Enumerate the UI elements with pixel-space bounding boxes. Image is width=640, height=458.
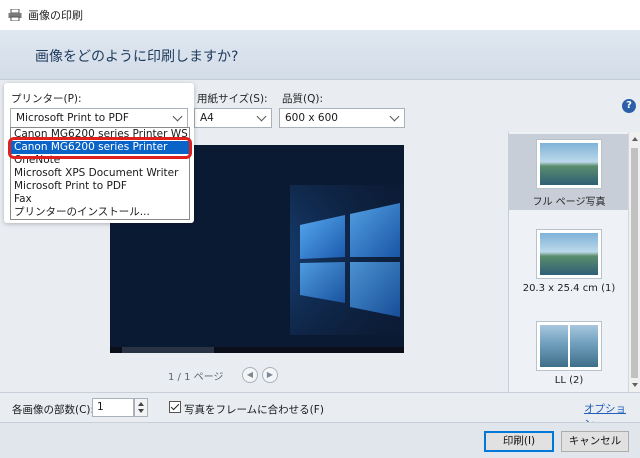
printer-icon (8, 8, 22, 22)
layout-ll[interactable]: LL (2) (509, 316, 628, 392)
two-photos-icon (536, 321, 602, 371)
layout-full-page[interactable]: フル ページ写真 (509, 134, 628, 210)
layout-caption: フル ページ写真 (532, 197, 606, 208)
dialog-footer: 印刷(I) キャンセル (0, 422, 640, 458)
page-indicator: 1 / 1 ページ (168, 372, 224, 383)
printer-option[interactable]: Microsoft XPS Document Writer (11, 167, 189, 180)
quality-combo[interactable]: 600 x 600 (279, 108, 405, 128)
fit-to-frame-checkbox[interactable] (169, 401, 181, 413)
paper-size-combo[interactable]: A4 (194, 108, 272, 128)
scroll-down-icon[interactable] (632, 383, 638, 387)
chevron-down-icon (256, 111, 267, 122)
header-question: 画像をどのように印刷しますか? (35, 49, 239, 65)
printer-option[interactable]: Fax (11, 193, 189, 206)
layout-caption: LL (2) (554, 375, 584, 386)
install-printer-option[interactable]: プリンターのインストール... (11, 206, 189, 219)
cancel-button[interactable]: キャンセル (561, 431, 629, 452)
stepper-down-icon[interactable] (138, 409, 144, 413)
windows-logo-icon (290, 185, 404, 335)
copies-input[interactable]: 1 (92, 398, 134, 417)
printer-combo[interactable]: Microsoft Print to PDF (10, 108, 188, 128)
window-title: 画像の印刷 (28, 9, 83, 22)
layout-scrollbar[interactable] (628, 132, 640, 392)
prev-page-button[interactable]: ◀ (242, 367, 258, 383)
landscape-photo-icon (536, 229, 602, 279)
scroll-thumb[interactable] (631, 148, 638, 378)
options-row: 各画像の部数(C): 1 写真をフレームに合わせる(F) オプション... (0, 392, 640, 430)
quality-label: 品質(Q): (282, 93, 323, 105)
fit-to-frame-label: 写真をフレームに合わせる(F) (184, 404, 324, 416)
copies-stepper[interactable] (134, 398, 148, 417)
landscape-photo-icon (536, 139, 602, 189)
print-button[interactable]: 印刷(I) (484, 431, 554, 452)
checkmark-icon (170, 401, 180, 411)
paper-size-value: A4 (200, 112, 214, 124)
highlight-annotation (8, 137, 192, 159)
chevron-down-icon (389, 111, 400, 122)
layout-20x25[interactable]: 20.3 x 25.4 cm (1) (509, 224, 628, 300)
help-icon[interactable]: ? (622, 99, 636, 113)
chevron-down-icon (172, 111, 183, 122)
printer-selected-value: Microsoft Print to PDF (16, 112, 129, 124)
layout-caption: 20.3 x 25.4 cm (1) (522, 283, 616, 294)
copies-label: 各画像の部数(C): (12, 404, 95, 416)
stepper-up-icon[interactable] (138, 402, 144, 406)
printer-label: プリンター(P): (11, 93, 82, 105)
paper-size-label: 用紙サイズ(S): (197, 93, 268, 105)
dialog-header: 画像をどのように印刷しますか? (0, 30, 640, 80)
printer-option[interactable]: Microsoft Print to PDF (11, 180, 189, 193)
quality-value: 600 x 600 (285, 112, 338, 124)
title-bar: 画像の印刷 (0, 0, 640, 30)
scroll-up-icon[interactable] (632, 137, 638, 141)
layout-list: フル ページ写真 20.3 x 25.4 cm (1) LL (2) (508, 132, 628, 392)
next-page-button[interactable]: ▶ (262, 367, 278, 383)
preview-taskbar-search (122, 347, 214, 353)
